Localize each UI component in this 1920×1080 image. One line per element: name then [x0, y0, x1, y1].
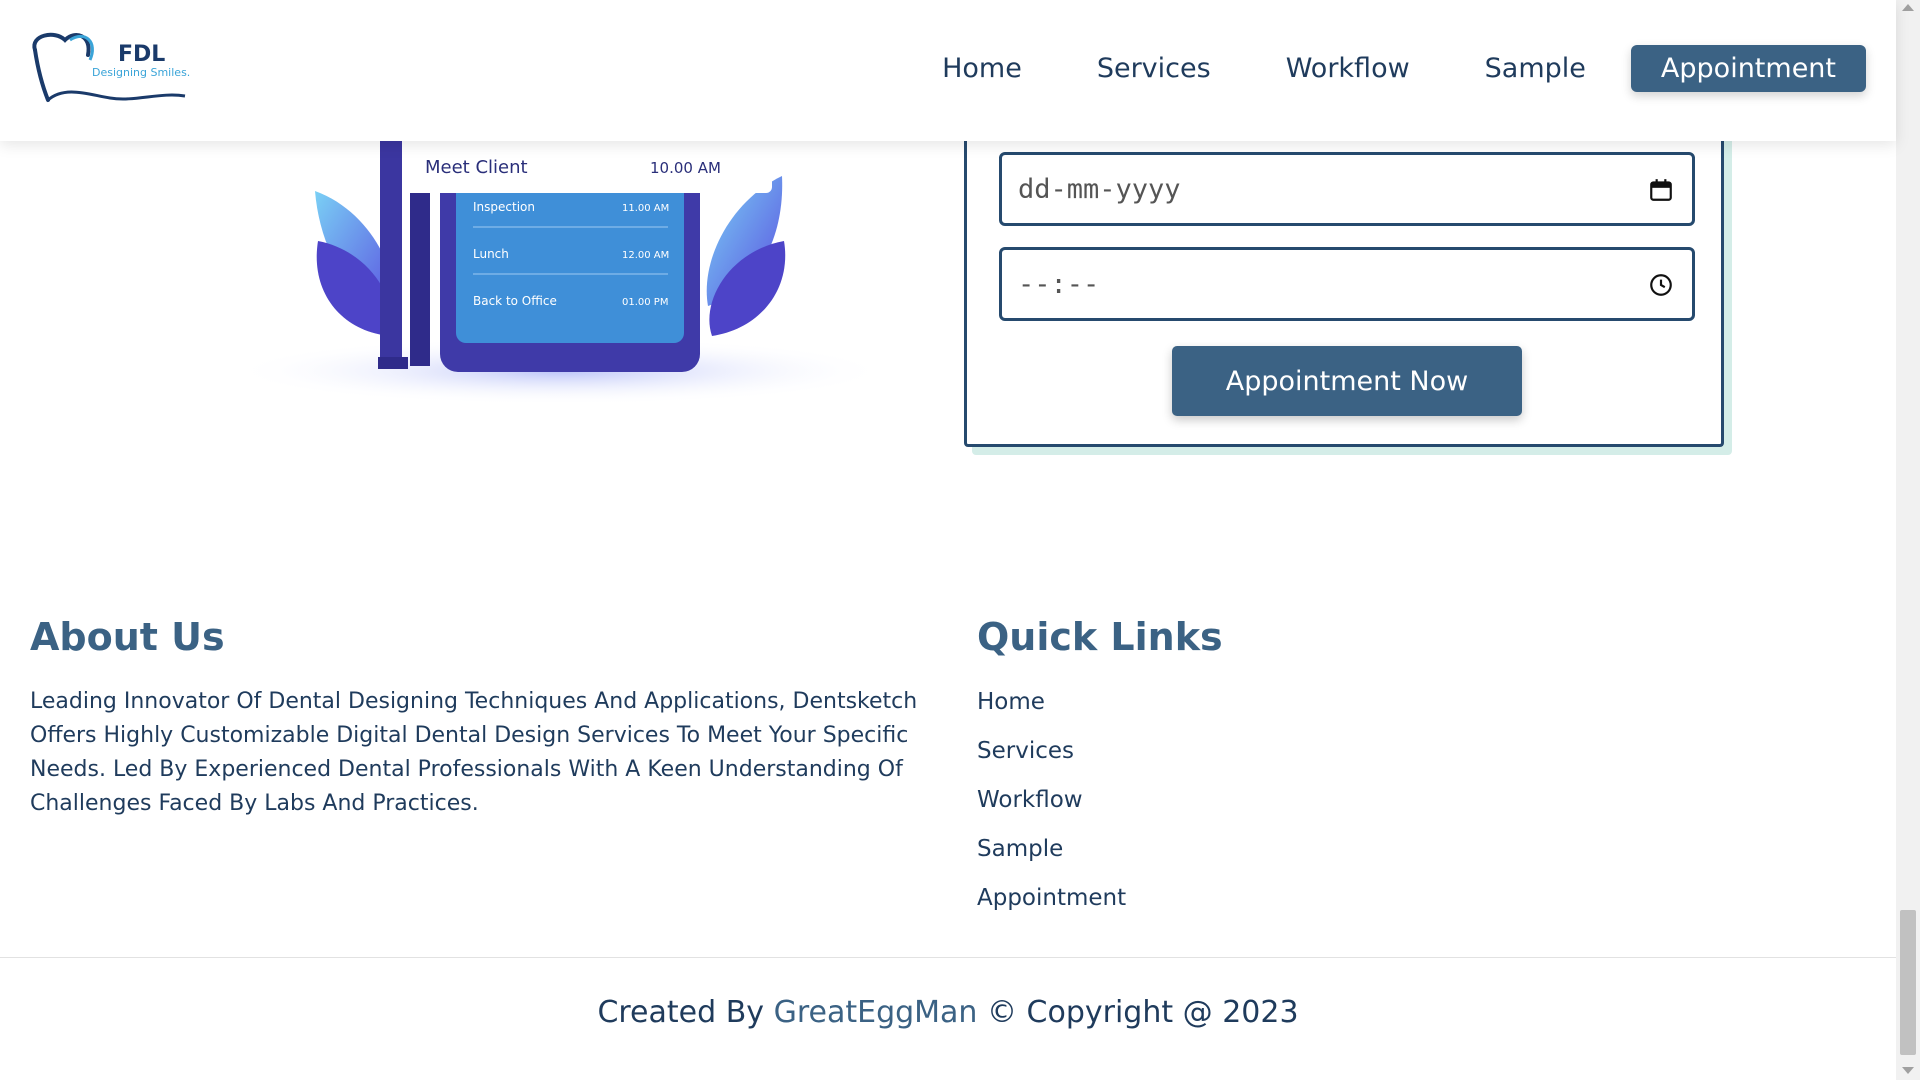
- about-section: About Us Leading Innovator Of Dental Des…: [30, 615, 930, 821]
- footer-divider: [0, 957, 1896, 958]
- scrollbar-thumb[interactable]: [1900, 910, 1916, 1055]
- credit-prefix: Created By: [597, 995, 765, 1030]
- schedule-illustration-svg: Meet Client 10.00 AM Inspection 11.00 AM…: [230, 141, 890, 405]
- nav-appointment-button[interactable]: Appointment: [1630, 45, 1866, 92]
- quick-link-home[interactable]: Home: [977, 685, 1577, 734]
- credit-author-link[interactable]: GreatEggMan: [774, 995, 978, 1030]
- schedule-label-2: Lunch: [473, 247, 509, 261]
- quick-link-workflow[interactable]: Workflow: [977, 783, 1577, 832]
- nav-services[interactable]: Services: [1097, 53, 1211, 84]
- schedule-time-1: 11.00 AM: [622, 203, 669, 214]
- schedule-label-3: Back to Office: [473, 294, 557, 308]
- schedule-time-2: 12.00 AM: [622, 250, 669, 261]
- page-scrollbar[interactable]: [1896, 0, 1920, 1080]
- date-input[interactable]: dd-mm-yyyy: [999, 152, 1695, 226]
- nav-workflow[interactable]: Workflow: [1286, 53, 1410, 84]
- footer-credit: Created By GreatEggMan © Copyright @ 202…: [0, 995, 1896, 1030]
- site-header: FDL Designing Smiles. Home Services Work…: [0, 0, 1896, 141]
- scroll-up-arrow-icon[interactable]: [1902, 4, 1914, 11]
- appointment-form: dd-mm-yyyy --:-- Appointment Now: [964, 120, 1724, 447]
- quick-links-title: Quick Links: [977, 615, 1223, 659]
- brand-name: FDL: [118, 42, 166, 67]
- schedule-time-3: 01.00 PM: [622, 297, 668, 308]
- quick-link-services[interactable]: Services: [977, 734, 1577, 783]
- nav-sample[interactable]: Sample: [1485, 53, 1586, 84]
- time-placeholder: --:--: [1018, 268, 1100, 300]
- appointment-now-button[interactable]: Appointment Now: [1172, 346, 1522, 416]
- schedule-illustration: Meet Client 10.00 AM Inspection 11.00 AM…: [200, 141, 900, 421]
- date-placeholder: dd-mm-yyyy: [1018, 173, 1181, 205]
- quick-link-appointment[interactable]: Appointment: [977, 881, 1577, 930]
- quick-links-list: Home Services Workflow Sample Appointmen…: [977, 685, 1577, 930]
- fdl-logo[interactable]: FDL Designing Smiles.: [30, 30, 190, 110]
- meet-client-label: Meet Client: [425, 157, 528, 178]
- about-title: About Us: [30, 615, 225, 659]
- scroll-down-arrow-icon[interactable]: [1902, 1067, 1914, 1074]
- main-nav: Home Services Workflow Sample Appointmen…: [867, 45, 1866, 92]
- schedule-label-1: Inspection: [473, 200, 535, 214]
- person-foot: [378, 357, 408, 369]
- quick-links-section: Quick Links Home Services Workflow Sampl…: [977, 615, 1577, 930]
- time-input[interactable]: --:--: [999, 247, 1695, 321]
- nav-home[interactable]: Home: [942, 53, 1022, 84]
- brand-tagline: Designing Smiles.: [92, 66, 191, 79]
- credit-copyright: © Copyright @ 2023: [987, 995, 1299, 1030]
- calendar-icon[interactable]: [1648, 177, 1674, 203]
- person-leg-1: [380, 141, 402, 366]
- about-text: Leading Innovator Of Dental Designing Te…: [30, 689, 918, 816]
- quick-link-sample[interactable]: Sample: [977, 832, 1577, 881]
- meet-client-time: 10.00 AM: [650, 159, 721, 177]
- clock-icon[interactable]: [1648, 272, 1674, 298]
